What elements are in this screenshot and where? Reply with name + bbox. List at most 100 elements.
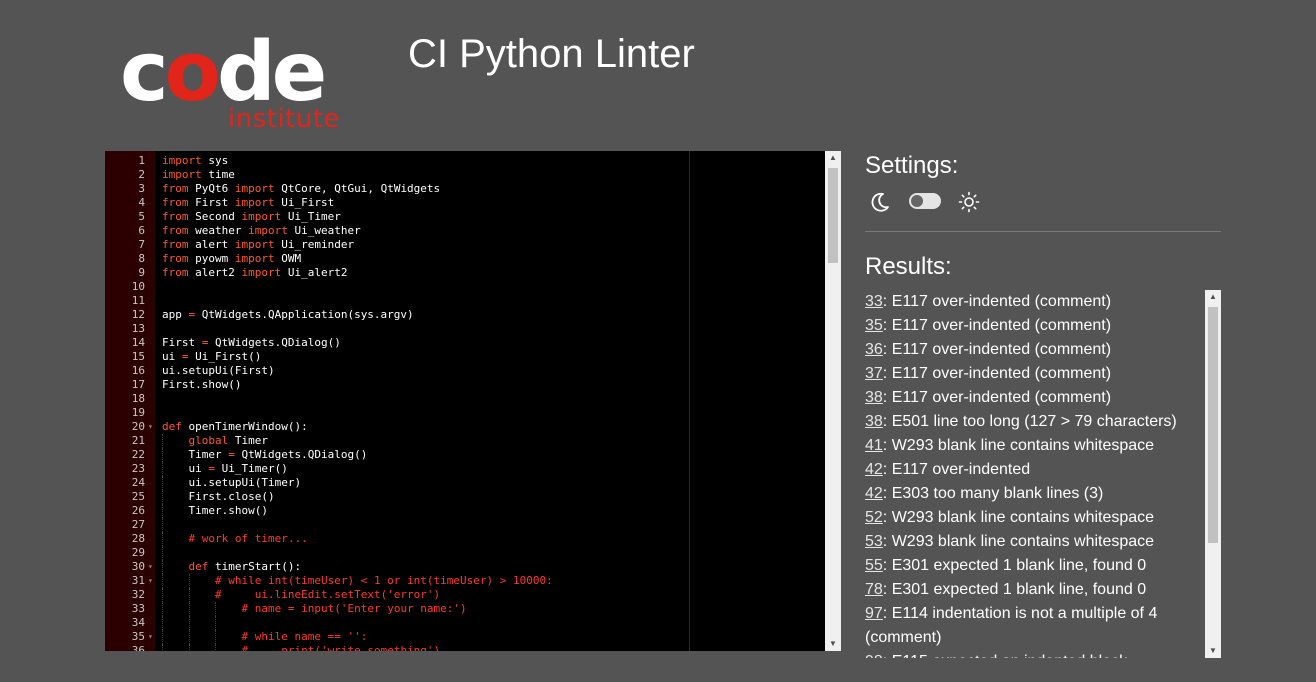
indent-guide xyxy=(215,616,216,630)
result-line-link[interactable]: 42 xyxy=(865,461,883,478)
code-text: ui.setupUi(First) xyxy=(162,364,275,378)
code-text: from alert import Ui_reminder xyxy=(162,238,354,252)
scroll-down-arrow-icon[interactable]: ▼ xyxy=(1205,644,1221,658)
code-line[interactable]: 23 ui = Ui_Timer() xyxy=(105,462,825,476)
code-line[interactable]: 32 # ui.lineEdit.setText('error') xyxy=(105,588,825,602)
result-message: : E114 indentation is not a multiple of … xyxy=(865,605,1158,646)
result-line-link[interactable]: 78 xyxy=(865,581,883,598)
code-line[interactable]: 27 xyxy=(105,518,825,532)
code-keyword: import xyxy=(234,238,275,251)
result-message: : E117 over-indented (comment) xyxy=(882,341,1112,358)
result-message: : E301 expected 1 blank line, found 0 xyxy=(882,557,1147,574)
result-line-link[interactable]: 97 xyxy=(865,605,883,622)
code-text: def timerStart(): xyxy=(189,560,302,574)
code-line[interactable]: 10 xyxy=(105,280,825,294)
code-line[interactable]: 1 import sys xyxy=(105,154,825,168)
code-line[interactable]: 17 First.show() xyxy=(105,378,825,392)
sun-icon[interactable] xyxy=(957,190,981,214)
code-keyword: from xyxy=(162,196,189,209)
code-line[interactable]: 29 xyxy=(105,546,825,560)
code-area[interactable]: 1 import sys 2 import time 3 from PyQt6 impor… xyxy=(105,154,825,651)
code-line[interactable]: 36 # print('write something') xyxy=(105,644,825,651)
result-line-link[interactable]: 42 xyxy=(865,485,883,502)
scroll-up-arrow-icon[interactable]: ▲ xyxy=(1205,290,1221,304)
code-line[interactable]: 4 from First import Ui_First xyxy=(105,196,825,210)
theme-toggle[interactable] xyxy=(909,193,941,209)
line-number: 22 xyxy=(131,448,145,461)
result-line-link[interactable]: 33 xyxy=(865,293,883,310)
code-token: time xyxy=(201,168,235,181)
result-message: : E301 expected 1 blank line, found 0 xyxy=(882,581,1147,598)
code-line[interactable]: 34 xyxy=(105,616,825,630)
code-line[interactable]: 31 ▾ # while int(timeUser) < 1 or int(time… xyxy=(105,574,825,588)
code-token: First.show() xyxy=(162,378,242,391)
code-editor[interactable]: 1 import sys 2 import time 3 from PyQt6 impor… xyxy=(105,151,841,651)
code-line[interactable]: 2 import time xyxy=(105,168,825,182)
fold-arrow-icon[interactable]: ▾ xyxy=(148,560,153,574)
code-line[interactable]: 25 First.close() xyxy=(105,490,825,504)
code-line[interactable]: 30 ▾ def timerStart(): xyxy=(105,560,825,574)
indent-guide xyxy=(188,574,190,588)
scroll-up-arrow-icon[interactable]: ▲ xyxy=(825,151,841,165)
code-line[interactable]: 28 # work of timer... xyxy=(105,532,825,546)
line-number: 11 xyxy=(131,294,145,307)
line-number: 34 xyxy=(131,616,145,629)
code-line[interactable]: 20 ▾ def openTimerWindow(): xyxy=(105,420,825,434)
code-token: alert xyxy=(188,238,235,251)
code-token: Ui_Timer() xyxy=(215,462,288,475)
code-line[interactable]: 14 First = QtWidgets.QDialog() xyxy=(105,336,825,350)
fold-arrow-icon[interactable]: ▾ xyxy=(148,420,153,434)
results-scroll-thumb[interactable] xyxy=(1208,307,1218,543)
result-line-link[interactable]: 35 xyxy=(865,317,883,334)
result-line-link[interactable]: 38 xyxy=(865,413,883,430)
fold-arrow-icon[interactable]: ▾ xyxy=(148,630,153,644)
result-line-link[interactable]: 37 xyxy=(865,365,883,382)
indent-guide xyxy=(188,630,190,644)
scroll-down-arrow-icon[interactable]: ▼ xyxy=(825,637,841,651)
code-line[interactable]: 13 xyxy=(105,322,825,336)
fold-arrow-icon[interactable]: ▾ xyxy=(148,574,153,588)
code-line[interactable]: 33 # name = input('Enter your name:') xyxy=(105,602,825,616)
code-line[interactable]: 22 Timer = QtWidgets.QDialog() xyxy=(105,448,825,462)
editor-scrollbar[interactable]: ▲ ▼ xyxy=(825,151,841,651)
code-line[interactable]: 19 xyxy=(105,406,825,420)
code-line[interactable]: 35 ▾ # while name == '': xyxy=(105,630,825,644)
code-line[interactable]: 24 ui.setupUi(Timer) xyxy=(105,476,825,490)
code-line[interactable]: 26 Timer.show() xyxy=(105,504,825,518)
result-line-link[interactable]: 38 xyxy=(865,389,883,406)
code-line[interactable]: 8 from pyowm import OWM xyxy=(105,252,825,266)
code-keyword: def xyxy=(162,420,182,433)
result-item: 97: E114 indentation is not a multiple o… xyxy=(865,602,1205,650)
code-line[interactable]: 11 xyxy=(105,294,825,308)
code-line[interactable]: 15 ui = Ui_First() xyxy=(105,350,825,364)
toggle-knob xyxy=(911,195,923,207)
code-token: QtWidgets.QDialog() xyxy=(234,448,368,461)
moon-icon[interactable] xyxy=(868,190,892,214)
result-line-link[interactable]: 98 xyxy=(865,653,883,658)
code-token: Ui_First xyxy=(274,196,335,209)
code-line[interactable]: 6 from weather import Ui_weather xyxy=(105,224,825,238)
code-line[interactable]: 21 global Timer xyxy=(105,434,825,448)
result-message: : E117 over-indented (comment) xyxy=(882,293,1112,310)
result-line-link[interactable]: 41 xyxy=(865,437,883,454)
code-line[interactable]: 5 from Second import Ui_Timer xyxy=(105,210,825,224)
code-line[interactable]: 7 from alert import Ui_reminder xyxy=(105,238,825,252)
indent-guide xyxy=(162,462,163,476)
result-line-link[interactable]: 53 xyxy=(865,533,883,550)
editor-scroll-thumb[interactable] xyxy=(828,168,838,263)
code-text: from alert2 import Ui_alert2 xyxy=(162,266,347,280)
code-line[interactable]: 18 xyxy=(105,392,825,406)
indent-guide xyxy=(162,532,163,546)
code-line[interactable]: 9 from alert2 import Ui_alert2 xyxy=(105,266,825,280)
result-line-link[interactable]: 36 xyxy=(865,341,883,358)
code-token: timerStart(): xyxy=(208,560,302,573)
code-line[interactable]: 16 ui.setupUi(First) xyxy=(105,364,825,378)
code-token: ui xyxy=(162,350,182,363)
code-keyword: import xyxy=(234,196,275,209)
results-scrollbar[interactable]: ▲ ▼ xyxy=(1205,290,1221,658)
result-line-link[interactable]: 52 xyxy=(865,509,883,526)
result-item: 42: E117 over-indented xyxy=(865,458,1205,482)
code-line[interactable]: 3 from PyQt6 import QtCore, QtGui, QtWidg… xyxy=(105,182,825,196)
result-line-link[interactable]: 55 xyxy=(865,557,883,574)
code-line[interactable]: 12 app = QtWidgets.QApplication(sys.argv) xyxy=(105,308,825,322)
